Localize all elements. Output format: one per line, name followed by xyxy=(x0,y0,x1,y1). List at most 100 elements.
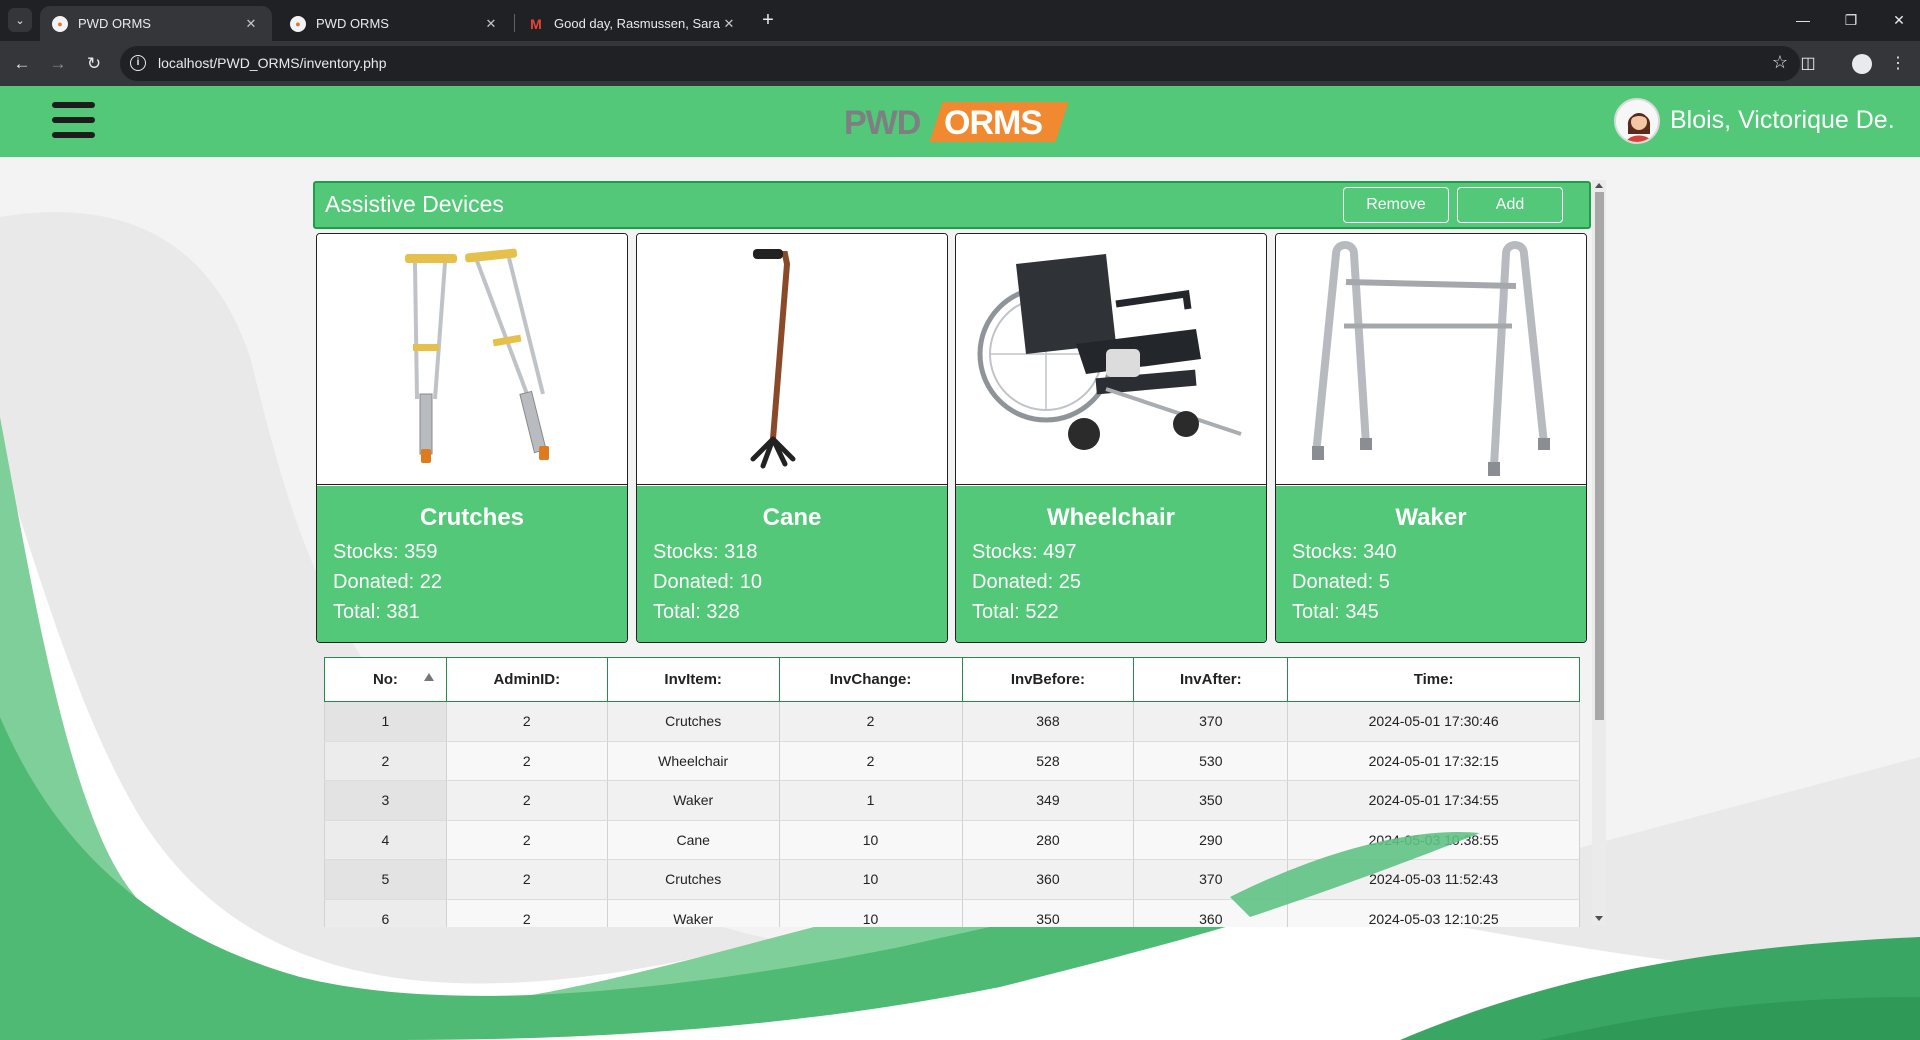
browser-tab-strip: ⌄ ● PWD ORMS ✕ ● PWD ORMS ✕ M Good day, … xyxy=(0,0,1920,41)
column-header-label: InvItem: xyxy=(664,671,722,688)
column-header-label: InvBefore: xyxy=(1010,671,1086,688)
url-text[interactable]: localhost/PWD_ORMS/inventory.php xyxy=(158,55,387,71)
table-row[interactable]: 6 2 Waker 10 350 360 2024-05-03 12:10:25 xyxy=(324,899,1580,927)
restore-window-icon[interactable]: ❐ xyxy=(1836,8,1866,32)
scrollbar-thumb[interactable] xyxy=(1595,192,1604,720)
user-name[interactable]: Blois, Victorique De. xyxy=(1670,106,1895,135)
cell-time: 2024-05-01 17:32:15 xyxy=(1287,741,1580,781)
browser-tab-2[interactable]: ● PWD ORMS ✕ xyxy=(278,6,512,41)
new-tab-button[interactable]: + xyxy=(756,9,780,33)
browser-toolbar: ← → ↻ i localhost/PWD_ORMS/inventory.php… xyxy=(0,41,1920,86)
column-header-adminid[interactable]: AdminID: xyxy=(445,657,608,702)
table-header-row: No: AdminID: InvItem: InvChange: InvBefo… xyxy=(324,657,1580,702)
cell-no: 1 xyxy=(324,701,447,742)
device-donated: Donated: 10 xyxy=(653,571,762,593)
close-tab-icon[interactable]: ✕ xyxy=(242,16,260,32)
user-avatar[interactable] xyxy=(1614,98,1660,144)
close-tab-icon[interactable]: ✕ xyxy=(482,16,500,32)
cell-invitem: Waker xyxy=(606,780,780,821)
column-header-invafter[interactable]: InvAfter: xyxy=(1133,657,1289,702)
device-card-info: Wheelchair Stocks: 497 Donated: 25 Total… xyxy=(956,486,1266,642)
back-arrow-icon[interactable]: ← xyxy=(8,50,36,78)
device-card-wheelchair[interactable]: Wheelchair Stocks: 497 Donated: 25 Total… xyxy=(955,233,1267,643)
browser-menu-icon[interactable]: ⋮ xyxy=(1884,50,1912,78)
close-tab-icon[interactable]: ✕ xyxy=(720,16,738,32)
cell-invitem: Crutches xyxy=(606,859,780,900)
pwd-orms-logo: PWD ORMS xyxy=(844,100,1069,146)
device-card-cane[interactable]: Cane Stocks: 318 Donated: 10 Total: 328 xyxy=(636,233,948,643)
device-name: Waker xyxy=(1395,504,1467,531)
extensions-puzzle-icon[interactable]: ◫ xyxy=(1794,50,1822,78)
column-header-invbefore[interactable]: InvBefore: xyxy=(961,657,1135,702)
device-card-waker[interactable]: Waker Stocks: 340 Donated: 5 Total: 345 xyxy=(1275,233,1587,643)
table-row[interactable]: 5 2 Crutches 10 360 370 2024-05-03 11:52… xyxy=(324,859,1580,900)
hamburger-menu-icon[interactable] xyxy=(52,102,95,142)
close-window-icon[interactable]: ✕ xyxy=(1884,8,1914,32)
cell-invchange: 10 xyxy=(778,859,963,900)
column-header-label: InvAfter: xyxy=(1179,671,1242,688)
profile-icon[interactable] xyxy=(1848,50,1876,78)
content-scrollbar[interactable] xyxy=(1592,180,1606,925)
device-donated: Donated: 25 xyxy=(972,571,1081,593)
cell-no: 3 xyxy=(324,780,447,821)
device-card-crutches[interactable]: Crutches Stocks: 359 Donated: 22 Total: … xyxy=(316,233,628,643)
cell-invbefore: 368 xyxy=(961,701,1135,742)
cell-invchange: 1 xyxy=(778,780,963,821)
cell-invafter: 350 xyxy=(1133,780,1289,821)
device-stocks: Stocks: 318 xyxy=(653,541,758,563)
table-row[interactable]: 1 2 Crutches 2 368 370 2024-05-01 17:30:… xyxy=(324,701,1580,742)
crutches-image xyxy=(317,234,627,485)
add-button[interactable]: Add xyxy=(1457,187,1563,223)
walker-image xyxy=(1276,234,1586,485)
cell-invchange: 10 xyxy=(778,899,963,927)
device-stocks: Stocks: 359 xyxy=(333,541,438,563)
cell-no: 5 xyxy=(324,859,447,900)
assistive-devices-header: Assistive Devices Remove Add xyxy=(313,181,1591,229)
column-header-no[interactable]: No: xyxy=(324,657,447,702)
site-info-icon[interactable]: i xyxy=(130,55,146,71)
table-row[interactable]: 2 2 Wheelchair 2 528 530 2024-05-01 17:3… xyxy=(324,741,1580,781)
reload-icon[interactable]: ↻ xyxy=(80,50,108,78)
pwd-orms-favicon-icon: ● xyxy=(52,15,68,32)
device-donated: Donated: 5 xyxy=(1292,571,1390,593)
cell-invchange: 2 xyxy=(778,741,963,781)
device-total: Total: 381 xyxy=(333,601,420,623)
cell-invitem: Cane xyxy=(606,820,780,860)
bookmark-star-icon[interactable]: ☆ xyxy=(1772,52,1788,73)
minimize-window-icon[interactable]: — xyxy=(1788,8,1818,32)
cell-time: 2024-05-01 17:34:55 xyxy=(1287,780,1580,821)
cane-image xyxy=(637,234,947,485)
scroll-down-arrow-icon[interactable] xyxy=(1595,916,1603,921)
browser-tab-3[interactable]: M Good day, Rasmussen, Sara Au ✕ xyxy=(516,6,750,41)
device-name: Wheelchair xyxy=(1046,504,1176,531)
column-header-time[interactable]: Time: xyxy=(1287,657,1580,702)
remove-button[interactable]: Remove xyxy=(1343,187,1449,223)
cell-invchange: 10 xyxy=(778,820,963,860)
wheelchair-image xyxy=(956,234,1266,485)
cell-no: 2 xyxy=(324,741,447,781)
cell-invitem: Waker xyxy=(606,899,780,927)
tab-title: PWD ORMS xyxy=(78,16,151,31)
scroll-up-arrow-icon[interactable] xyxy=(1595,183,1603,188)
cell-adminid: 2 xyxy=(445,780,608,821)
table-row[interactable]: 4 2 Cane 10 280 290 2024-05-03 10:38:55 xyxy=(324,820,1580,860)
tab-title: PWD ORMS xyxy=(316,16,389,31)
forward-arrow-icon[interactable]: → xyxy=(44,50,72,78)
cell-invafter: 370 xyxy=(1133,701,1289,742)
tab-search-button[interactable]: ⌄ xyxy=(8,8,32,32)
device-stocks: Stocks: 497 xyxy=(972,541,1077,563)
device-card-info: Cane Stocks: 318 Donated: 10 Total: 328 xyxy=(637,486,947,642)
tab-separator xyxy=(514,14,515,32)
cell-adminid: 2 xyxy=(445,741,608,781)
address-bar[interactable]: i localhost/PWD_ORMS/inventory.php ☆ xyxy=(120,46,1800,81)
column-header-invchange[interactable]: InvChange: xyxy=(778,657,963,702)
cell-time: 2024-05-03 11:52:43 xyxy=(1287,859,1580,900)
cell-invchange: 2 xyxy=(778,701,963,742)
device-total: Total: 328 xyxy=(653,601,740,623)
cell-invafter: 530 xyxy=(1133,741,1289,781)
table-row[interactable]: 3 2 Waker 1 349 350 2024-05-01 17:34:55 xyxy=(324,780,1580,821)
inventory-log-table-container[interactable]: No: AdminID: InvItem: InvChange: InvBefo… xyxy=(324,657,1580,927)
device-total: Total: 345 xyxy=(1292,601,1379,623)
browser-tab-1[interactable]: ● PWD ORMS ✕ xyxy=(40,6,272,41)
column-header-invitem[interactable]: InvItem: xyxy=(606,657,780,702)
